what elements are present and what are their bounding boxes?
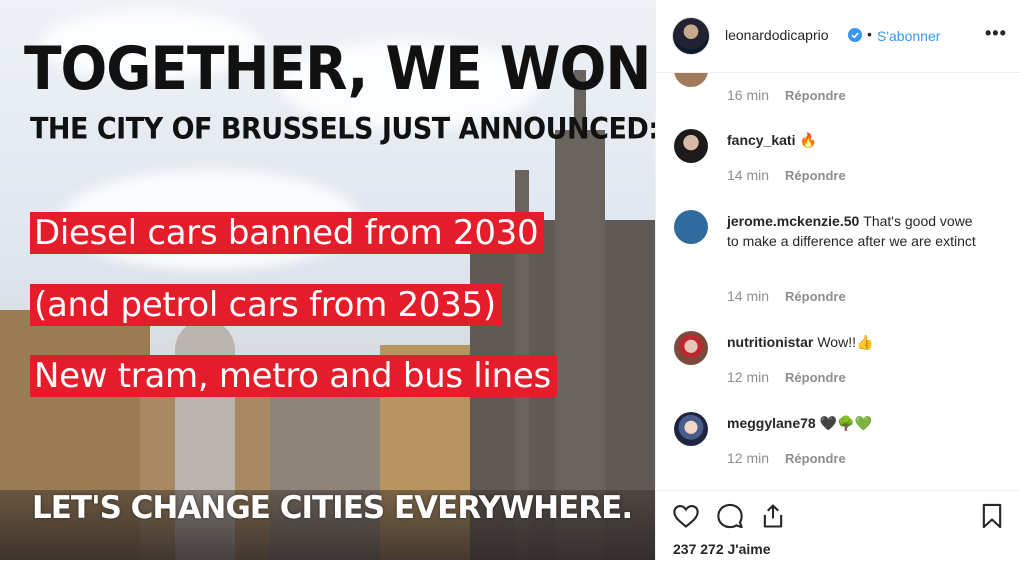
comment-time: 12 min [727, 450, 770, 466]
more-options-icon[interactable]: ••• [985, 23, 1007, 44]
comment-text: nutritionistar Wow!!👍 [727, 332, 987, 352]
post-subheadline: THE CITY OF BRUSSELS JUST ANNOUNCED: [30, 112, 655, 147]
follow-button[interactable]: S'abonner [877, 28, 940, 44]
comment-time: 14 min [727, 167, 770, 183]
comment-time: 14 min [727, 288, 770, 304]
separator-dot: • [867, 26, 872, 42]
comment-meta: 16 min Répondre [727, 87, 846, 103]
reply-button[interactable]: Répondre [785, 289, 846, 304]
comment-meta: 14 min Répondre [727, 288, 846, 304]
post-point-3: New tram, metro and bus lines [30, 355, 557, 397]
post-point-2: (and petrol cars from 2035) [30, 284, 502, 326]
avatar[interactable] [674, 210, 708, 244]
comment-username[interactable]: meggylane78 [727, 415, 816, 431]
comment-text: fancy_kati 🔥 [727, 130, 987, 150]
comment-body: Wow!!👍 [817, 334, 874, 350]
reply-button[interactable]: Répondre [785, 370, 846, 385]
share-icon[interactable] [759, 502, 787, 530]
post-headline: TOGETHER, WE WON! [24, 34, 655, 104]
post-header: leonardodicaprio • S'abonner ••• [656, 0, 1020, 73]
likes-count[interactable]: 237 272 J'aime [673, 541, 771, 557]
comment-meta: 12 min Répondre [727, 450, 846, 466]
reply-button[interactable]: Répondre [785, 451, 846, 466]
comment-body: 🔥 [799, 132, 817, 148]
verified-icon [848, 28, 862, 42]
reply-button[interactable]: Répondre [785, 168, 846, 183]
comment-meta: 14 min Répondre [727, 167, 846, 183]
comment-username[interactable]: fancy_kati [727, 132, 795, 148]
post-footer: LET'S CHANGE CITIES EVERYWHERE. [32, 490, 633, 526]
avatar[interactable] [674, 412, 708, 446]
comment-body: 🖤🌳💚 [819, 415, 873, 431]
post-point-1: Diesel cars banned from 2030 [30, 212, 545, 254]
author-username[interactable]: leonardodicaprio [725, 27, 829, 43]
avatar[interactable] [672, 17, 710, 55]
comment-text: jerome.mckenzie.50 That's good vowe to ma… [727, 211, 987, 251]
comment-time: 16 min [727, 87, 770, 103]
bookmark-icon[interactable] [978, 502, 1006, 530]
comment-icon[interactable] [716, 502, 744, 530]
comment-username[interactable]: nutritionistar [727, 334, 813, 350]
post-side-panel: leonardodicaprio • S'abonner ••• 16 min R… [655, 0, 1020, 560]
comment-time: 12 min [727, 369, 770, 385]
avatar[interactable] [674, 331, 708, 365]
comments-list[interactable]: 16 min Répondre fancy_kati 🔥 14 min Répondr… [656, 73, 1020, 488]
comment-meta: 12 min Répondre [727, 369, 846, 385]
post-image[interactable]: TOGETHER, WE WON! THE CITY OF BRUSSELS J… [0, 0, 655, 560]
avatar[interactable] [674, 129, 708, 163]
comment-username[interactable]: jerome.mckenzie.50 [727, 213, 859, 229]
comment-text: meggylane78 🖤🌳💚 [727, 413, 987, 433]
reply-button[interactable]: Répondre [785, 88, 846, 103]
avatar[interactable] [674, 73, 708, 87]
heart-icon[interactable] [672, 502, 700, 530]
